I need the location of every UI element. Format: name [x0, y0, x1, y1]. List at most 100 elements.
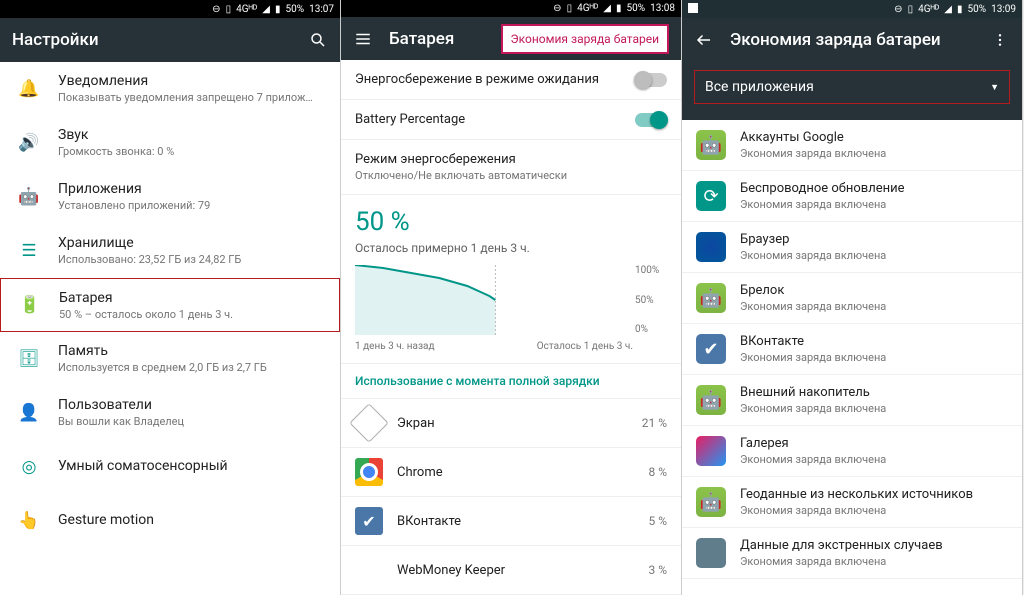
standby-saving-row[interactable]: Энергосбережение в режиме ожидания [341, 60, 681, 100]
network-4g-icon: 4Gᴴᴰ [577, 3, 598, 14]
x-left: 1 день 3 ч. назад [355, 341, 435, 352]
appbar: Батарея Экономия заряда батареи [341, 17, 681, 60]
app-row[interactable]: 🤖Аккаунты GoogleЭкономия заряда включена [682, 120, 1022, 171]
wm-icon: ◈ [355, 556, 383, 584]
clock: 13:09 [991, 4, 1016, 15]
wireless-app-icon: ⟳ [696, 181, 726, 211]
overflow-icon[interactable] [990, 30, 1010, 50]
usage-list: Экран21 %Chrome8 %✔ВКонтакте5 %◈WebMoney… [341, 399, 681, 595]
app-row[interactable]: 🤖Внешний накопительЭкономия заряда включ… [682, 375, 1022, 426]
settings-row-battery[interactable]: 🔋 Батарея 50 % – осталось около 1 день 3 ч… [0, 278, 340, 332]
usage-pct: 8 % [648, 465, 667, 479]
back-icon[interactable] [694, 30, 714, 50]
filter-row: Все приложения ▼ [682, 62, 1022, 120]
app-name: Аккаунты Google [740, 130, 1008, 145]
row-title: Пользователи [58, 397, 326, 413]
battery-percent: 50 % [355, 207, 667, 237]
somatosensory-icon: ◎ [14, 457, 44, 477]
battery-saver-chip[interactable]: Экономия заряда батареи [501, 24, 669, 54]
page-title: Батарея [389, 29, 485, 49]
memory-icon: 🗄 [14, 349, 44, 369]
droid-app-icon: 🤖 [696, 130, 726, 160]
settings-row-storage[interactable]: ☰ХранилищеИспользовано: 23,52 ГБ из 24,8… [0, 224, 340, 278]
app-row[interactable]: ⟳ Беспроводное обновление Экономия заряда … [682, 171, 1022, 222]
usage-pct: 3 % [648, 563, 667, 577]
signal-icon: ◢ [262, 4, 270, 15]
app-name: Галерея [740, 436, 1008, 451]
usage-row[interactable]: Экран21 % [341, 399, 681, 448]
nodisturb-icon: ⊖ [894, 4, 902, 15]
battery-remaining: Осталось примерно 1 день 3 ч. [355, 241, 667, 255]
menu-icon[interactable] [353, 29, 373, 49]
battery-saver-pane: ⊖ ▯ 4Gᴴᴰ ◢ ▮ 50% 13:09 Экономия заряда б… [682, 0, 1023, 595]
droid-app-icon: 🤖 [696, 283, 726, 313]
row-title: Хранилище [58, 235, 326, 251]
battery-pct: 50% [286, 4, 305, 15]
app-status: Экономия заряда включена [740, 504, 1008, 517]
gear-app-icon [696, 538, 726, 568]
app-name: Беспроводное обновление [740, 181, 1008, 196]
battery-icon: ▮ [616, 3, 622, 14]
y-100: 100% [635, 265, 667, 276]
screenshot-indicator-icon [688, 3, 698, 13]
settings-row-users[interactable]: 👤ПользователиВы вошли как Владелец [0, 386, 340, 440]
apps-filter-dropdown[interactable]: Все приложения ▼ [694, 70, 1010, 104]
app-row[interactable]: ✔ВКонтактеЭкономия заряда включена [682, 324, 1022, 375]
row-title: Батарея [59, 290, 325, 306]
app-row[interactable]: Галерея Экономия заряда включена [682, 426, 1022, 477]
battery-pct: 50% [968, 4, 987, 15]
power-saving-mode-row[interactable]: Режим энергосбережения Отключено/Не вклю… [341, 140, 681, 195]
apps-icon: 🤖 [14, 187, 44, 207]
battery-icon: 🔋 [15, 295, 45, 315]
settings-row-volume[interactable]: 🔊ЗвукГромкость звонка: 0 % [0, 116, 340, 170]
y-0: 0% [635, 324, 667, 335]
settings-row-somatosensory[interactable]: ◎Умный соматосенсорный [0, 440, 340, 494]
battery-icon: ▮ [275, 4, 281, 15]
standby-switch[interactable] [635, 73, 667, 87]
app-row[interactable]: БраузерЭкономия заряда включена [682, 222, 1022, 273]
signal-icon: ◢ [603, 3, 611, 14]
usage-row[interactable]: Chrome8 % [341, 448, 681, 497]
row-subtitle: Использовано: 23,52 ГБ из 24,82 ГБ [58, 253, 326, 266]
row-subtitle: Показывать уведомления запрещено 7 прило… [58, 91, 326, 104]
search-icon[interactable] [308, 30, 328, 50]
app-status: Экономия заряда включена [740, 453, 1008, 466]
usage-row[interactable]: ◈WebMoney Keeper3 % [341, 546, 681, 595]
vibrate-icon: ▯ [908, 4, 914, 15]
app-row[interactable]: 🤖 Геоданные из нескольких источников Эконо… [682, 477, 1022, 528]
usage-name: Экран [397, 416, 642, 431]
app-status: Экономия заряда включена [740, 198, 1008, 211]
gallery-app-icon [696, 436, 726, 466]
apps-list: 🤖 Аккаунты Google Экономия заряда включена… [682, 120, 1022, 595]
settings-row-apps[interactable]: 🤖ПриложенияУстановлено приложений: 79 [0, 170, 340, 224]
page-title: Экономия заряда батареи [730, 30, 974, 50]
app-status: Экономия заряда включена [740, 351, 1008, 364]
bell-icon: 🔔 [14, 79, 44, 99]
saver-sub: Отключено/Не включать автоматически [355, 169, 667, 182]
battery-pane: ⊖ ▯ 4Gᴴᴰ ◢ ▮ 50% 13:08 Батарея Экономия … [341, 0, 682, 595]
dropdown-label: Все приложения [705, 79, 814, 95]
app-row[interactable]: Данные для экстренных случаевЭкономия за… [682, 528, 1022, 579]
nodisturb-icon: ⊖ [212, 4, 220, 15]
app-name: Геоданные из нескольких источников [740, 487, 1008, 502]
row-subtitle: Используется в среднем 2,0 ГБ из 2,7 ГБ [58, 361, 326, 374]
vk-icon: ✔ [355, 507, 383, 535]
droid-app-icon: 🤖 [696, 487, 726, 517]
chevron-down-icon: ▼ [990, 82, 999, 93]
battpct-switch[interactable] [635, 113, 667, 127]
row-subtitle: 50 % – осталось около 1 день 3 ч. [59, 308, 325, 321]
usage-row[interactable]: ✔ВКонтакте5 % [341, 497, 681, 546]
settings-row-memory[interactable]: 🗄 Память Используется в среднем 2,0 ГБ из … [0, 332, 340, 386]
row-subtitle: Установлено приложений: 79 [58, 199, 326, 212]
usage-since-charge-link[interactable]: Использование с момента полной зарядки [341, 364, 681, 399]
signal-icon: ◢ [944, 4, 952, 15]
gesture-icon: 👆 [14, 511, 44, 531]
standby-label: Энергосбережение в режиме ожидания [355, 72, 635, 87]
settings-row-gesture[interactable]: 👆Gesture motion [0, 494, 340, 548]
battery-percentage-row[interactable]: Battery Percentage [341, 100, 681, 140]
settings-row-bell[interactable]: 🔔УведомленияПоказывать уведомления запре… [0, 62, 340, 116]
app-row[interactable]: 🤖БрелокЭкономия заряда включена [682, 273, 1022, 324]
battery-chart-block[interactable]: 50 % Осталось примерно 1 день 3 ч. 100% … [341, 195, 681, 364]
usage-name: Chrome [397, 465, 648, 480]
row-title: Память [58, 343, 326, 359]
